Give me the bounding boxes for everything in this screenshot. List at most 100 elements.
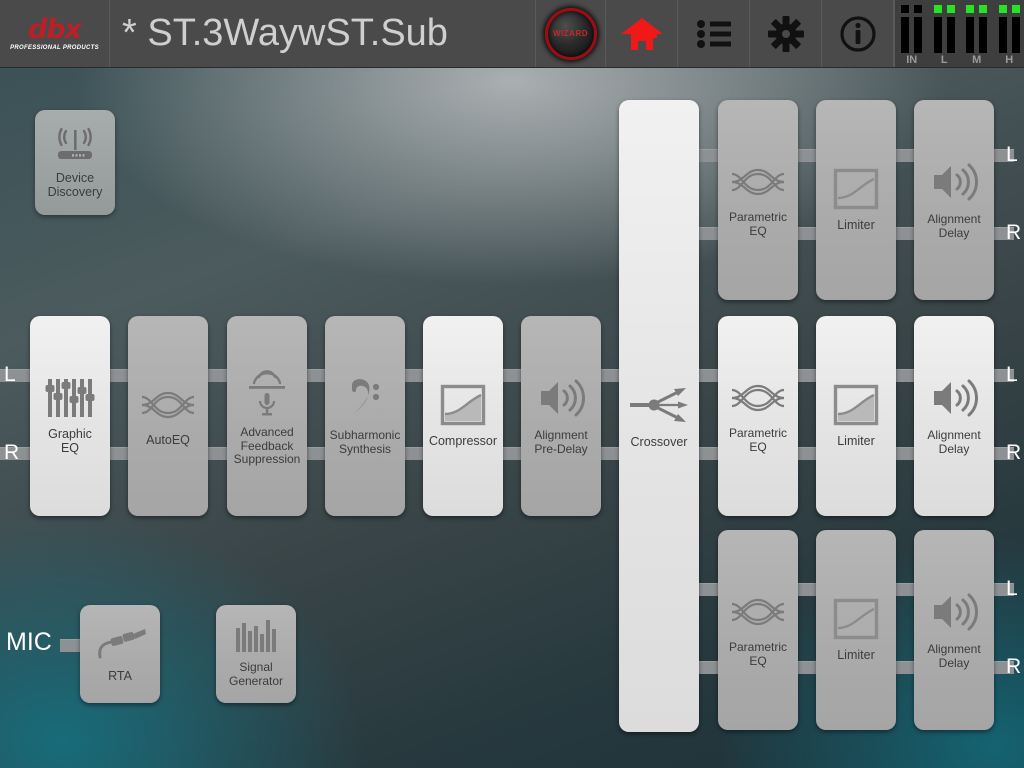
level-meters: IN L M H [894,0,1024,67]
rta-block[interactable]: RTA [80,605,160,703]
block-label-line1: Limiter [837,433,875,448]
wireless-router-icon [53,126,97,164]
meter-low: L [933,2,956,67]
meter-bar [1011,17,1020,53]
clip-led [998,5,1007,13]
block-label-line2: EQ [749,223,767,238]
block-label-line2: Feedback [240,438,294,453]
block-label-line1: Limiter [837,647,875,662]
block-label-line1: Parametric [728,640,787,654]
gear-icon [767,15,804,52]
block-label-line1: Compressor [428,433,498,448]
compressor-curve-icon [833,384,879,426]
input-label-l: L [4,363,16,386]
output-label-l: L [1006,363,1018,386]
advanced-feedback-suppression-block[interactable]: Advanced Feedback Suppression [227,316,307,516]
meter-leds [998,5,1020,15]
block-label-line1: Advanced [240,425,294,440]
page-title: * ST.3WaywST.Sub [122,12,448,54]
output-label-l: L [1006,577,1018,600]
parametric-eq-block-low[interactable]: Parametric EQ [718,530,798,730]
block-label-line1: Subharmonic [329,428,401,442]
output-label-r: R [1006,441,1022,464]
auto-eq-block[interactable]: AutoEQ [128,316,208,516]
limiter-block-high[interactable]: Limiter [816,100,896,300]
feedback-mic-icon [243,365,291,417]
meter-bars [966,17,988,53]
alignment-delay-block-mid[interactable]: Alignment Delay [914,316,994,516]
clip-led [979,5,988,13]
clip-led [1011,5,1020,13]
block-label-line1: Graphic [48,427,92,441]
wizard-button[interactable]: WIZARD [536,0,606,67]
limiter-block-low[interactable]: Limiter [816,530,896,730]
list-button[interactable] [678,0,750,67]
meter-label: M [972,54,982,66]
signal-chain-canvas: L R MIC L R L R L R Device Discovery Gra… [0,68,1024,768]
block-label-line1: Limiter [837,217,875,232]
meter-leds [933,5,955,15]
block-label-line1: Parametric [728,210,787,224]
signal-generator-block[interactable]: Signal Generator [216,605,296,703]
meter-bars [901,17,923,53]
block-label-line1: Signal [239,660,273,674]
info-icon [839,15,876,52]
meter-bar [901,17,910,53]
device-discovery-label-line1: Device [55,171,95,185]
block-label-line2: EQ [60,440,80,455]
meter-label: L [940,54,948,66]
block-label-line2: Delay [938,225,970,240]
settings-button[interactable] [750,0,822,67]
clip-led [966,5,975,13]
eq-curve-icon [140,385,196,425]
meter-leds [901,5,923,15]
eq-curve-icon [730,162,786,202]
wizard-button-label: WIZARD [553,29,588,38]
compressor-block[interactable]: Compressor [423,316,503,516]
block-label-line2: Delay [938,441,970,456]
speaker-wave-icon [537,376,585,420]
meter-leds [966,5,988,15]
signal-bars-icon [234,620,278,652]
meter-mid: M [966,2,988,67]
info-button[interactable] [822,0,894,67]
clip-led [901,5,910,13]
graphic-eq-block[interactable]: Graphic EQ [30,316,110,516]
block-label-line2: EQ [749,439,767,454]
meter-label: IN [906,54,918,66]
clip-led [933,5,942,13]
input-label-r: R [4,441,20,464]
crossover-block[interactable]: Crossover [619,100,699,732]
alignment-pre-delay-block[interactable]: Alignment Pre-Delay [521,316,601,516]
block-label-line1: Alignment [534,428,588,442]
clip-led [914,5,923,13]
meter-bars [998,17,1020,53]
device-discovery-button[interactable]: Device Discovery [35,110,115,215]
meter-in: IN [901,2,923,67]
block-label-line1: Alignment [927,428,981,442]
meter-bar [933,17,942,53]
meter-high: H [998,2,1021,67]
parametric-eq-block-high[interactable]: Parametric EQ [718,100,798,300]
meter-label: H [1005,54,1014,66]
input-label-mic: MIC [6,628,52,656]
eq-curve-icon [730,378,786,418]
block-label-line1: RTA [108,668,132,683]
alignment-delay-block-low[interactable]: Alignment Delay [914,530,994,730]
speaker-wave-icon [930,160,978,204]
home-button[interactable] [606,0,678,67]
meter-bars [933,17,955,53]
alignment-delay-block-high[interactable]: Alignment Delay [914,100,994,300]
brand-logo-text: dbx [27,14,82,45]
speaker-wave-icon [930,376,978,420]
block-label-line1: Alignment [927,642,981,656]
block-label-line2: EQ [749,653,767,668]
limiter-block-mid[interactable]: Limiter [816,316,896,516]
speaker-wave-icon [930,590,978,634]
subharmonic-synthesis-block[interactable]: Subharmonic Synthesis [325,316,405,516]
clip-led [946,5,955,13]
block-label-line2: Synthesis [338,441,392,456]
parametric-eq-block-mid[interactable]: Parametric EQ [718,316,798,516]
device-discovery-label-line2: Discovery [47,185,103,199]
list-icon [696,19,731,48]
